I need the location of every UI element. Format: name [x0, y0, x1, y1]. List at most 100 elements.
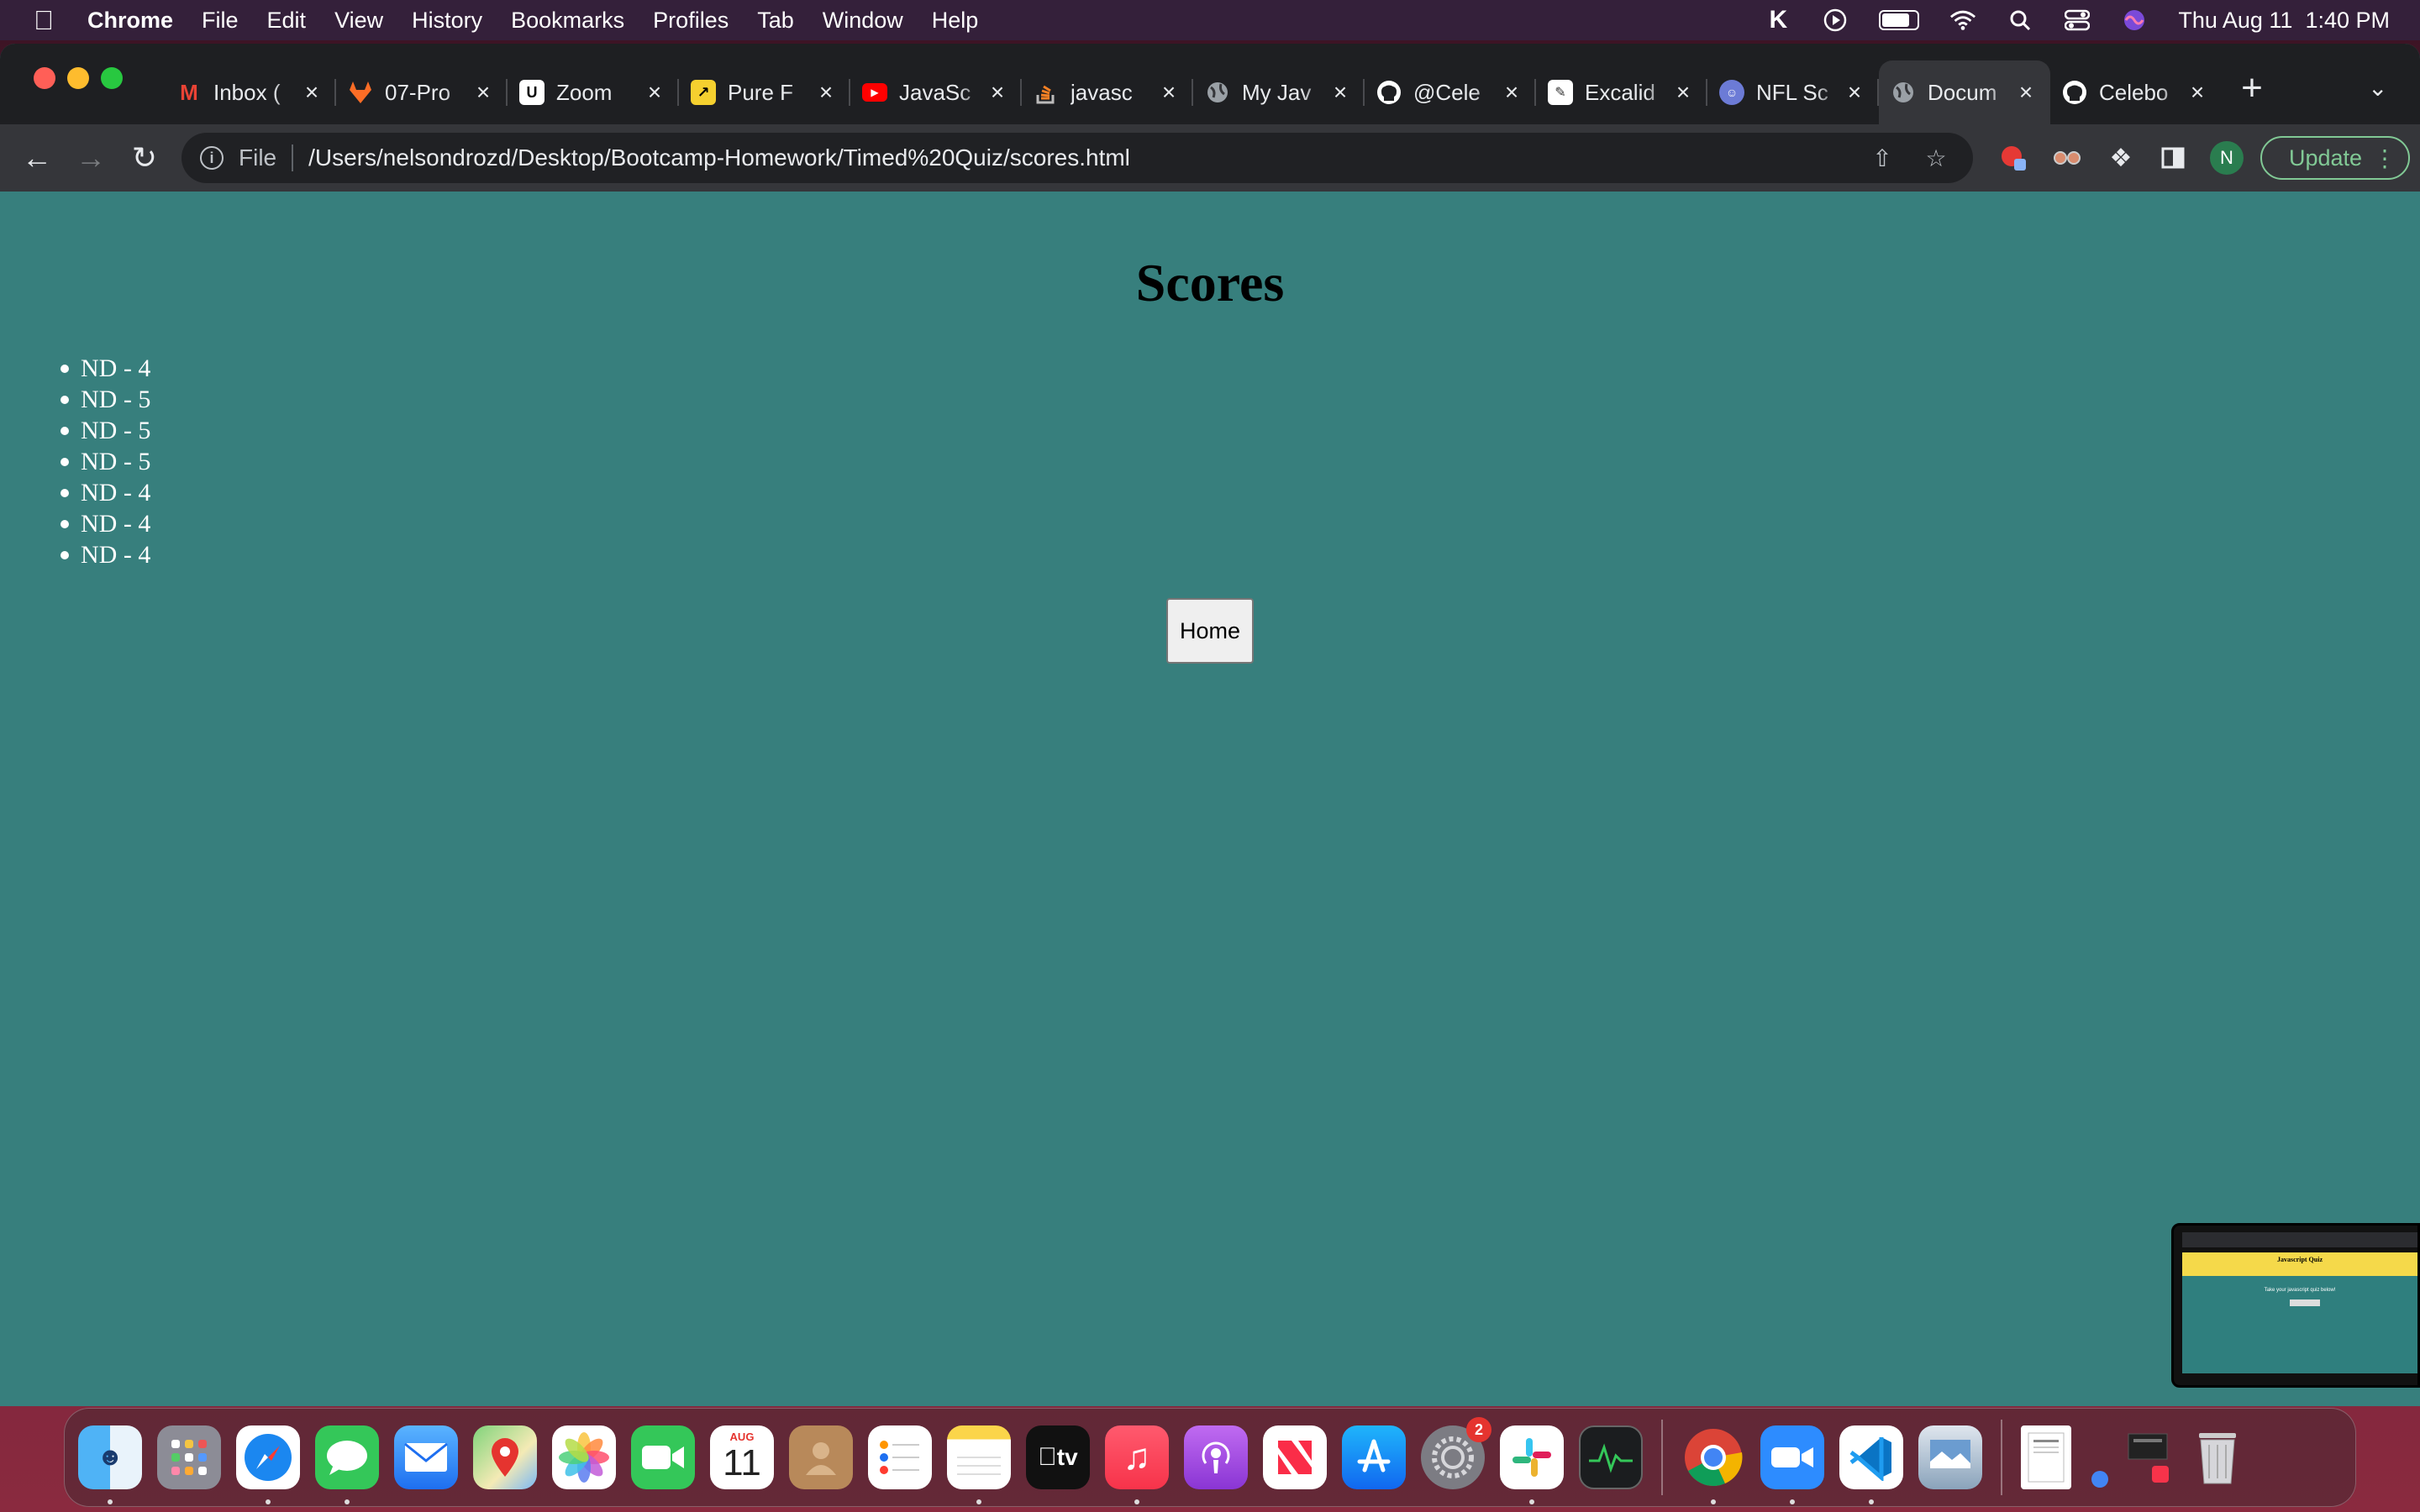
photos-icon[interactable] [552, 1425, 616, 1489]
maps-icon[interactable] [473, 1425, 537, 1489]
tab-close-icon[interactable]: × [2013, 79, 2039, 106]
tab-stackoverflow[interactable]: javasc × [1022, 60, 1193, 124]
tab-search-chevron-icon[interactable]: ⌄ [2368, 74, 2387, 102]
apple-icon[interactable]:  [34, 5, 81, 36]
extensions-puzzle-icon[interactable]: ❖ [2104, 143, 2138, 173]
tab-title: My Jav [1242, 79, 1312, 105]
safari-icon[interactable] [236, 1425, 300, 1504]
tab-title: Pure F [728, 79, 794, 105]
update-label: Update [2289, 144, 2363, 171]
news-icon[interactable] [1263, 1425, 1327, 1489]
new-tab-plus-icon[interactable]: + [2232, 67, 2272, 109]
tab-close-icon[interactable]: × [642, 79, 667, 106]
side-panel-icon[interactable] [2156, 143, 2190, 173]
finder-icon[interactable]: ☻ [78, 1425, 142, 1504]
score-item: ND - 4 [60, 479, 151, 507]
menu-view[interactable]: View [334, 8, 383, 34]
bookmark-star-icon[interactable]: ☆ [1919, 144, 1953, 172]
browser-toolbar: ← → ↻ i File /Users/nelsondrozd/Desktop/… [0, 124, 2420, 192]
system-preferences-icon[interactable]: 2 [1421, 1417, 1491, 1489]
spotlight-search-icon[interactable] [2007, 8, 2033, 32]
tab-github-celeb[interactable]: @Cele × [1365, 60, 1536, 124]
tab-close-icon[interactable]: × [2185, 79, 2210, 106]
profile-avatar[interactable]: N [2210, 141, 2244, 175]
zoom-icon[interactable] [1760, 1425, 1824, 1504]
k-app-icon[interactable]: K [1765, 6, 1791, 34]
play-circle-icon[interactable] [1822, 8, 1849, 32]
reload-icon[interactable]: ↻ [126, 139, 163, 176]
facetime-icon[interactable] [631, 1425, 695, 1489]
menu-tab[interactable]: Tab [757, 8, 794, 34]
menu-file[interactable]: File [202, 8, 239, 34]
downloads-stack-icon[interactable] [2086, 1425, 2170, 1489]
launchpad-icon[interactable] [157, 1425, 221, 1489]
preview-icon[interactable] [1918, 1425, 1982, 1489]
tab-close-icon[interactable]: × [1842, 79, 1867, 106]
reminders-icon[interactable] [868, 1425, 932, 1489]
tab-close-icon[interactable]: × [1499, 79, 1524, 106]
tab-zoom-doc[interactable]: U Zoom × [508, 60, 679, 124]
messages-icon[interactable] [315, 1425, 379, 1504]
more-menu-icon[interactable]: ⋮ [2373, 144, 2396, 172]
tab-title: NFL Sc [1756, 79, 1828, 105]
menu-window[interactable]: Window [823, 8, 903, 34]
wifi-icon[interactable] [1949, 8, 1976, 32]
tab-nfl[interactable]: ☺ NFL Sc × [1707, 60, 1879, 124]
close-window-button[interactable] [34, 67, 55, 89]
zoom-window-button[interactable] [101, 67, 123, 89]
activity-monitor-icon[interactable] [1579, 1425, 1643, 1489]
tab-gmail[interactable]: M Inbox ( × [165, 60, 336, 124]
tab-document-active[interactable]: Docum × [1879, 60, 2050, 124]
tab-title: @Cele [1413, 79, 1481, 105]
tab-github-celebo[interactable]: Celebo × [2050, 60, 2222, 124]
minimize-window-button[interactable] [67, 67, 89, 89]
menu-app-name[interactable]: Chrome [87, 8, 173, 34]
menu-profiles[interactable]: Profiles [653, 8, 729, 34]
share-icon[interactable]: ⇧ [1865, 144, 1899, 172]
url-text[interactable]: /Users/nelsondrozd/Desktop/Bootcamp-Home… [308, 144, 1865, 171]
home-button[interactable]: Home [1166, 598, 1254, 664]
app-store-icon[interactable] [1342, 1425, 1406, 1489]
back-arrow-icon[interactable]: ← [18, 139, 55, 176]
site-info-icon[interactable]: i [200, 146, 224, 170]
extension-glasses-icon[interactable] [2050, 143, 2084, 173]
music-icon[interactable]: ♫ [1105, 1425, 1169, 1504]
tab-close-icon[interactable]: × [985, 79, 1010, 106]
tab-my-javascript[interactable]: My Jav × [1193, 60, 1365, 124]
tab-pure[interactable]: ↗ Pure F × [679, 60, 850, 124]
tab-close-icon[interactable]: × [299, 79, 324, 106]
update-button[interactable]: Update ⋮ [2260, 136, 2410, 180]
tab-close-icon[interactable]: × [813, 79, 839, 106]
control-center-icon[interactable] [2064, 8, 2091, 32]
siri-icon[interactable] [2121, 8, 2148, 32]
tab-close-icon[interactable]: × [471, 79, 496, 106]
trash-icon[interactable] [2186, 1425, 2249, 1489]
podcasts-icon[interactable] [1184, 1425, 1248, 1489]
menu-bar-clock[interactable]: Thu Aug 11 1:40 PM [2178, 8, 2390, 34]
screenshot-thumbnail[interactable]: Javascript Quiz Take your javascript qui… [2171, 1223, 2420, 1388]
forward-arrow-icon[interactable]: → [72, 139, 109, 176]
mail-icon[interactable] [394, 1425, 458, 1489]
extension-red-icon[interactable] [1996, 143, 2030, 173]
menu-edit[interactable]: Edit [267, 8, 307, 34]
document-stack-icon[interactable] [2021, 1425, 2071, 1489]
tab-gitlab[interactable]: 07-Pro × [336, 60, 508, 124]
tab-close-icon[interactable]: × [1156, 79, 1181, 106]
calendar-icon[interactable]: AUG 11 [710, 1425, 774, 1489]
chrome-icon[interactable] [1681, 1425, 1745, 1504]
tab-excalidraw[interactable]: ✎ Excalid × [1536, 60, 1707, 124]
menu-help[interactable]: Help [932, 8, 979, 34]
contacts-icon[interactable] [789, 1425, 853, 1489]
vscode-icon[interactable] [1839, 1425, 1903, 1504]
menu-bookmarks[interactable]: Bookmarks [511, 8, 624, 34]
battery-icon[interactable] [1879, 10, 1920, 30]
tab-youtube[interactable]: ▶ JavaSc × [850, 60, 1022, 124]
apple-tv-icon[interactable]: tv [1026, 1425, 1090, 1489]
tab-close-icon[interactable]: × [1670, 79, 1696, 106]
notes-icon[interactable] [947, 1425, 1011, 1504]
slack-icon[interactable] [1500, 1425, 1564, 1504]
tab-close-icon[interactable]: × [1328, 79, 1353, 106]
address-bar[interactable]: i File /Users/nelsondrozd/Desktop/Bootca… [182, 133, 1973, 183]
tab-title: Zoom [556, 79, 613, 105]
menu-history[interactable]: History [412, 8, 482, 34]
